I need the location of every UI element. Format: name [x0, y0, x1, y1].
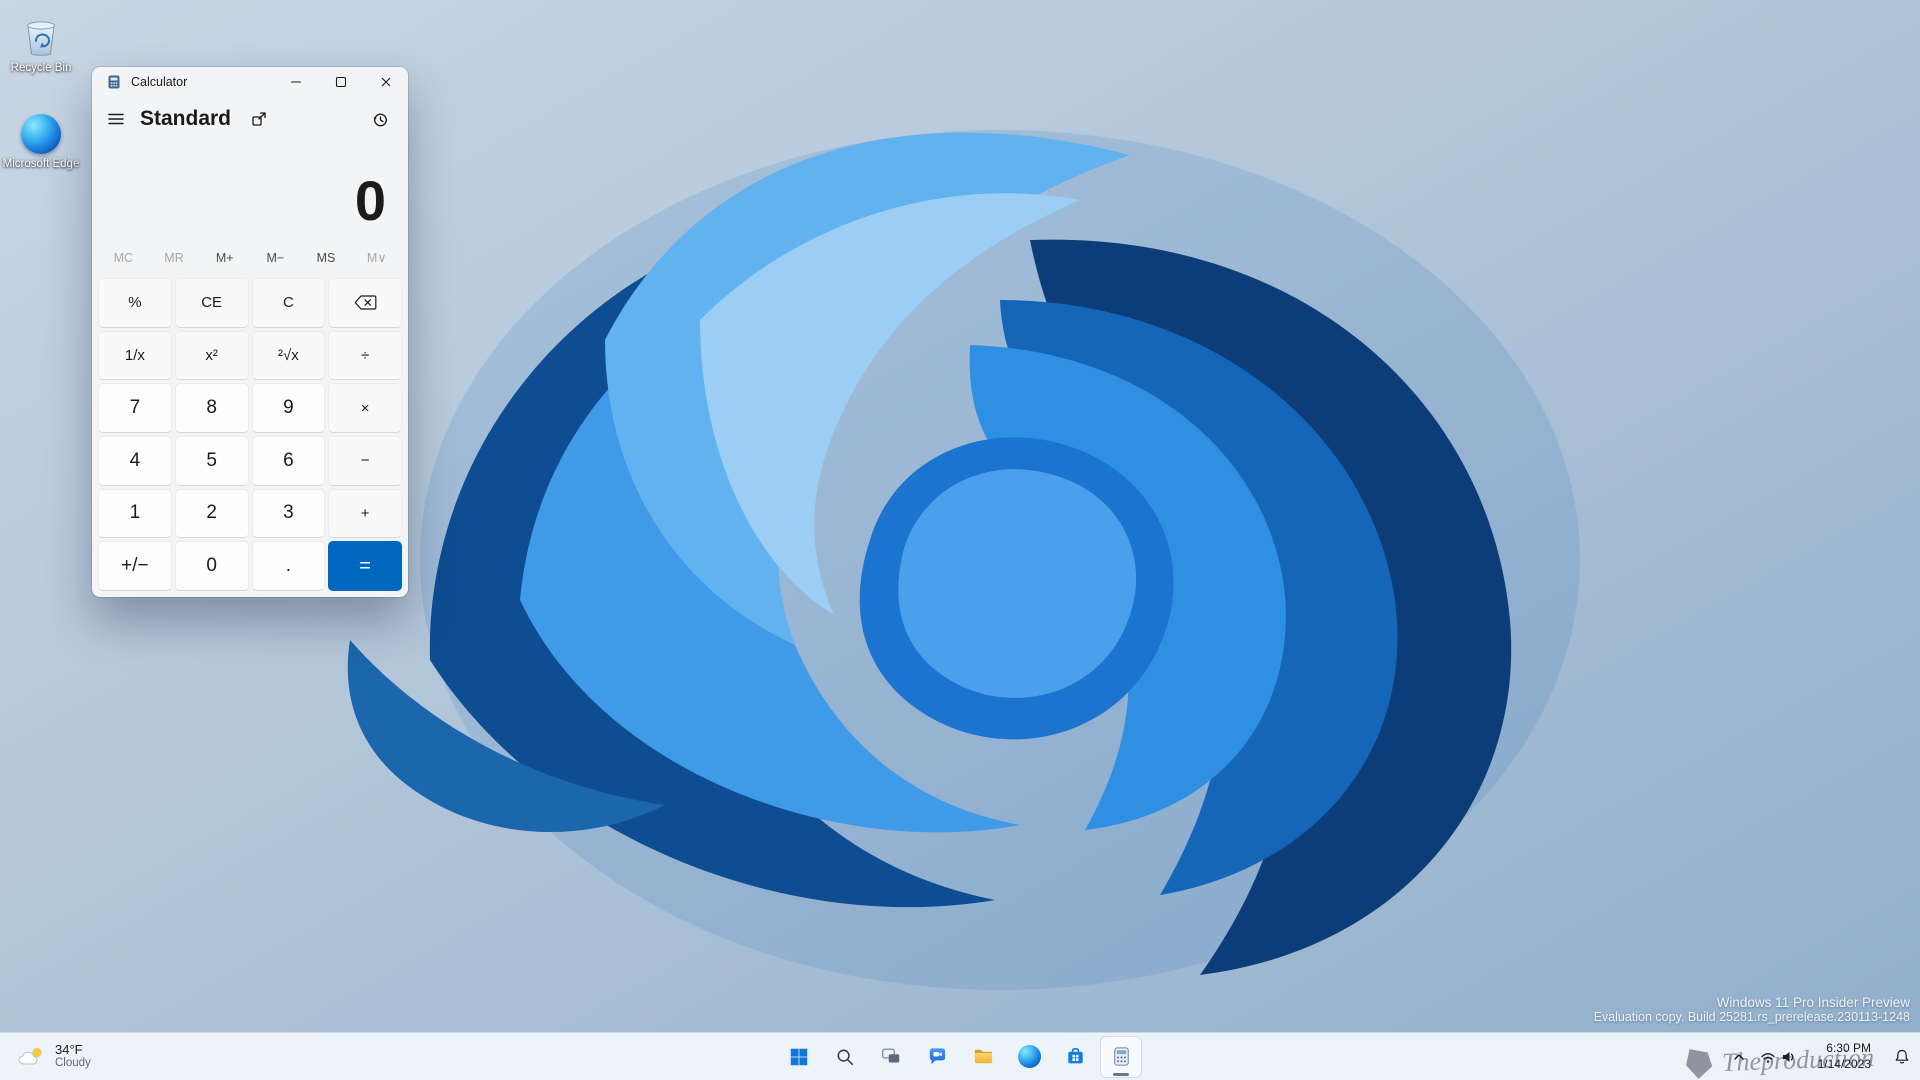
- watermark-line1: Windows 11 Pro Insider Preview: [1716, 995, 1910, 1010]
- navigation-menu-button[interactable]: [98, 102, 134, 136]
- key-decimal[interactable]: .: [251, 541, 326, 591]
- datetime-button[interactable]: 6:30 PM 1/14/2023: [1803, 1037, 1886, 1077]
- weather-temperature: 34°F: [55, 1041, 83, 1057]
- taskbar-store-button[interactable]: [1055, 1037, 1095, 1077]
- start-icon: [790, 1048, 808, 1065]
- window-title: Calculator: [131, 75, 188, 89]
- edge-browser-icon: [1017, 1045, 1041, 1068]
- search-icon: [837, 1049, 854, 1065]
- watermark-line2: Evaluation copy. Build 25281.rs_prerelea…: [1593, 1010, 1910, 1024]
- active-app-indicator: [1113, 1072, 1129, 1076]
- key-percent[interactable]: %: [98, 278, 172, 328]
- volume-icon: [1782, 1051, 1794, 1062]
- notifications-button[interactable]: [1886, 1037, 1918, 1077]
- system-tray: 6:30 PM 1/14/2023: [1725, 1033, 1918, 1080]
- desktop-icon-label: Microsoft Edge: [2, 158, 80, 170]
- calculator-display: 0: [354, 169, 386, 232]
- key-subtract[interactable]: −: [328, 436, 402, 486]
- calculator-keypad: % CE C 1/x x² ²√x ÷ 7 8 9 × 4 5 6 − 1 2 …: [92, 274, 408, 597]
- memory-subtract-button[interactable]: M−: [250, 241, 301, 274]
- memory-recall-button[interactable]: MR: [149, 241, 200, 274]
- desktop-icon-label: Recycle Bin: [10, 62, 72, 74]
- memory-bar: MC MR M+ M− MS M∨: [92, 241, 408, 274]
- edge-icon: [21, 114, 61, 154]
- memory-flyout-button[interactable]: M∨: [351, 241, 402, 274]
- key-negate[interactable]: +/−: [98, 541, 172, 591]
- key-8[interactable]: 8: [174, 383, 249, 433]
- close-icon: [381, 77, 390, 87]
- calculator-nav: Standard: [92, 97, 408, 141]
- key-clear-entry[interactable]: CE: [174, 278, 249, 328]
- maximize-button[interactable]: [318, 67, 363, 97]
- taskbar-start-button[interactable]: [779, 1037, 819, 1077]
- key-equals[interactable]: =: [328, 541, 402, 591]
- key-1[interactable]: 1: [98, 488, 172, 539]
- weather-widget-button[interactable]: 34°F Cloudy: [4, 1037, 103, 1076]
- desktop-icon-microsoft-edge[interactable]: Microsoft Edge: [2, 114, 80, 171]
- key-divide[interactable]: ÷: [328, 330, 402, 381]
- key-5[interactable]: 5: [174, 436, 249, 486]
- chevron-up-icon: [1733, 1053, 1744, 1060]
- key-6[interactable]: 6: [251, 436, 326, 486]
- key-square-root[interactable]: ²√x: [251, 330, 326, 381]
- calculator-app-icon: [108, 75, 120, 89]
- calculator-window: Calculator Standard 0 MC MR M+ M− MS M∨ …: [92, 67, 408, 597]
- key-reciprocal[interactable]: 1/x: [98, 330, 172, 381]
- quick-settings-button[interactable]: [1753, 1037, 1803, 1077]
- taskbar-chat-button[interactable]: [917, 1037, 957, 1077]
- close-button[interactable]: [363, 67, 408, 97]
- calculator-mode-title: Standard: [140, 107, 232, 130]
- key-2[interactable]: 2: [174, 488, 249, 539]
- history-button[interactable]: [362, 102, 398, 136]
- maximize-icon: [335, 76, 346, 88]
- keep-on-top-button[interactable]: [241, 102, 277, 136]
- tray-date: 1/14/2023: [1817, 1056, 1871, 1071]
- task-view-icon: [882, 1048, 900, 1062]
- minimize-button[interactable]: [273, 67, 318, 97]
- desktop-icon-recycle-bin[interactable]: Recycle Bin: [2, 14, 80, 75]
- key-clear[interactable]: C: [251, 278, 326, 328]
- taskbar-search-button[interactable]: [825, 1037, 865, 1077]
- bell-icon: [1895, 1049, 1909, 1064]
- key-backspace[interactable]: [328, 278, 402, 328]
- key-4[interactable]: 4: [98, 436, 172, 486]
- key-multiply[interactable]: ×: [328, 383, 402, 433]
- key-0[interactable]: 0: [174, 541, 249, 591]
- wifi-icon: [1760, 1052, 1775, 1063]
- calculator-titlebar[interactable]: Calculator: [92, 67, 408, 97]
- backspace-icon: [354, 295, 377, 310]
- memory-store-button[interactable]: MS: [301, 241, 352, 274]
- key-7[interactable]: 7: [98, 383, 172, 433]
- taskbar-task-view-button[interactable]: [871, 1037, 911, 1077]
- key-9[interactable]: 9: [251, 383, 326, 433]
- key-3[interactable]: 3: [251, 488, 326, 539]
- taskbar-calculator-button[interactable]: [1101, 1036, 1141, 1077]
- key-add[interactable]: +: [328, 488, 402, 539]
- store-icon: [1067, 1048, 1083, 1064]
- taskbar: 34°F Cloudy 6:30 PM 1/14/2023: [0, 1032, 1920, 1080]
- taskbar-file-explorer-button[interactable]: [963, 1037, 1003, 1077]
- weather-cloudy-icon: [18, 1047, 42, 1064]
- window-controls: [273, 67, 408, 97]
- minimize-icon: [290, 81, 301, 83]
- hamburger-menu-icon: [108, 113, 124, 125]
- evaluation-watermark: Windows 11 Pro Insider Preview Evaluatio…: [1594, 995, 1910, 1024]
- tray-time: 6:30 PM: [1826, 1040, 1871, 1055]
- history-icon: [372, 113, 387, 126]
- taskbar-edge-button[interactable]: [1009, 1037, 1049, 1077]
- taskbar-center-apps: [779, 1036, 1141, 1077]
- chat-icon: [929, 1048, 945, 1065]
- weather-condition: Cloudy: [55, 1057, 91, 1070]
- keep-on-top-icon: [252, 112, 266, 126]
- file-explorer-icon: [974, 1049, 992, 1064]
- memory-clear-button[interactable]: MC: [98, 241, 149, 274]
- key-square[interactable]: x²: [174, 330, 249, 381]
- recycle-bin-icon: [27, 21, 55, 56]
- memory-add-button[interactable]: M+: [199, 241, 250, 274]
- calculator-taskbar-icon: [1113, 1047, 1129, 1066]
- hidden-icons-button[interactable]: [1725, 1037, 1753, 1077]
